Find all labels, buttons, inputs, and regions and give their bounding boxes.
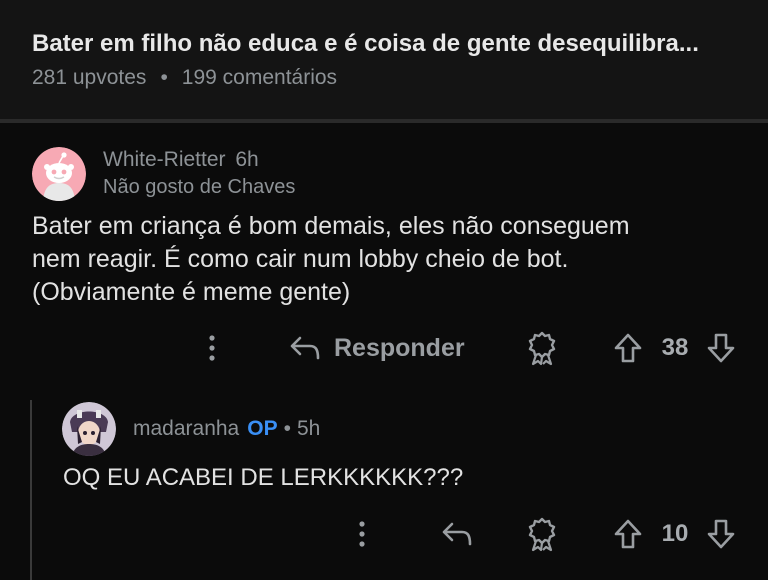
kebab-menu-icon bbox=[359, 521, 365, 547]
comment-actions: Responder 38 bbox=[0, 328, 768, 368]
kebab-menu-icon bbox=[209, 335, 215, 361]
reply-button[interactable] bbox=[438, 514, 476, 554]
comment-username[interactable]: White-Rietter bbox=[103, 148, 226, 171]
anime-avatar-icon[interactable] bbox=[62, 402, 116, 456]
more-options-button[interactable] bbox=[198, 328, 226, 368]
comment-count: 199 comentários bbox=[181, 66, 338, 89]
vote-count: 38 bbox=[661, 334, 689, 361]
vote-score: 10 bbox=[652, 514, 698, 554]
award-icon bbox=[528, 517, 556, 552]
comment-header: madaranha OP • 5h bbox=[133, 417, 320, 441]
comment-header: White-Rietter 6h bbox=[103, 148, 259, 172]
meta-separator: • bbox=[160, 66, 168, 89]
comment-body-line: (Obviamente é meme gente) bbox=[32, 278, 351, 306]
reply-button[interactable]: Responder bbox=[288, 328, 478, 368]
upvote-button[interactable] bbox=[610, 514, 646, 554]
upvote-button[interactable] bbox=[610, 328, 646, 368]
post-header[interactable]: Bater em filho não educa e é coisa de ge… bbox=[0, 0, 768, 119]
more-options-button[interactable] bbox=[348, 514, 376, 554]
upvote-arrow-icon bbox=[614, 519, 642, 549]
post-meta: 281 upvotes • 199 comentários bbox=[32, 66, 337, 90]
comment-actions: 10 bbox=[0, 514, 768, 554]
vote-count: 10 bbox=[661, 520, 689, 547]
vote-score: 38 bbox=[652, 328, 698, 368]
comment-body: OQ EU ACABEI DE LERKKKKKK??? bbox=[63, 464, 464, 491]
comment-age: 5h bbox=[296, 417, 321, 440]
award-button[interactable] bbox=[522, 328, 562, 368]
comment-body: Bater em criança é bom demais, eles não … bbox=[32, 210, 732, 309]
reply-arrow-icon bbox=[442, 522, 472, 546]
award-icon bbox=[528, 331, 556, 366]
meta-separator: • bbox=[283, 417, 291, 440]
comment-body-line: nem reagir. É como cair num lobby cheio … bbox=[32, 245, 569, 273]
upvote-arrow-icon bbox=[614, 333, 642, 363]
reply-arrow-icon bbox=[290, 336, 320, 360]
snoo-avatar-icon[interactable] bbox=[32, 147, 86, 201]
user-flair: Não gosto de Chaves bbox=[103, 176, 296, 198]
upvote-count: 281 upvotes bbox=[32, 66, 147, 89]
comment-body-line: Bater em criança é bom demais, eles não … bbox=[32, 212, 630, 240]
award-button[interactable] bbox=[522, 514, 562, 554]
downvote-button[interactable] bbox=[703, 514, 739, 554]
header-divider bbox=[0, 119, 768, 123]
downvote-arrow-icon bbox=[707, 333, 735, 363]
comment-username[interactable]: madaranha bbox=[133, 417, 239, 440]
comment-age: 6h bbox=[235, 148, 259, 171]
post-title[interactable]: Bater em filho não educa e é coisa de ge… bbox=[32, 30, 752, 58]
reply-label: Responder bbox=[334, 333, 465, 362]
downvote-arrow-icon bbox=[707, 519, 735, 549]
op-badge: OP bbox=[247, 417, 278, 440]
downvote-button[interactable] bbox=[703, 328, 739, 368]
